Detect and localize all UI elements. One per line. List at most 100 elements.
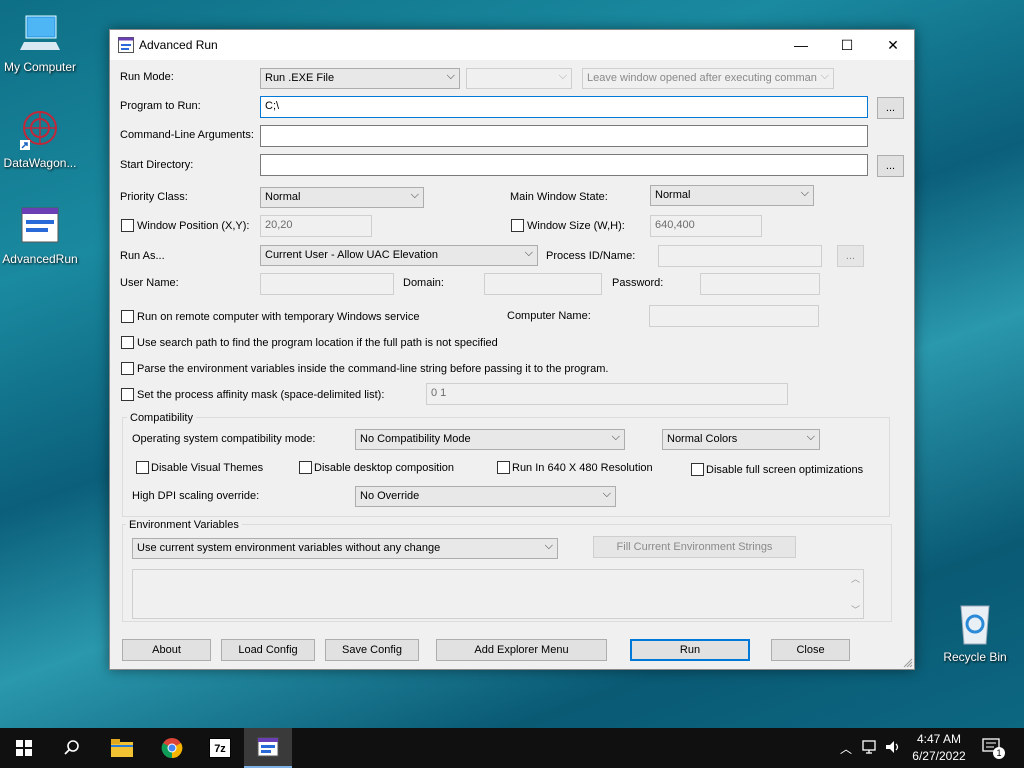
fill-env-button[interactable]: Fill Current Environment Strings [593, 536, 796, 558]
os-compat-select[interactable]: No Compatibility Mode ⌵ [355, 429, 625, 450]
chrome-icon [161, 738, 183, 759]
main-window-state-select[interactable]: Normal ⌵ [650, 185, 814, 206]
resize-grip-icon[interactable] [903, 658, 913, 668]
priority-label: Priority Class: [120, 191, 188, 203]
process-id-label: Process ID/Name: [546, 250, 636, 262]
advancedrun-icon [18, 204, 62, 248]
disable-desktop-comp-checkbox[interactable] [299, 461, 312, 474]
username-label: User Name: [120, 277, 179, 289]
desktop-icon-my-computer[interactable]: My Computer [0, 12, 80, 74]
chevron-down-icon: ⌵ [446, 70, 455, 82]
chevron-down-icon: ⌵ [410, 189, 419, 201]
clock-time[interactable]: 4:47 AM [912, 732, 966, 746]
add-explorer-menu-button[interactable]: Add Explorer Menu [436, 639, 607, 661]
leave-window-select[interactable]: Leave window opened after executing comm… [582, 68, 834, 89]
run-mode-select[interactable]: Run .EXE File ⌵ [260, 68, 460, 89]
taskbar: 7z ︿ 4:47 AM 6/27/2022 1 [0, 728, 1024, 768]
advanced-run-window: Advanced Run — ☐ ✕ Run Mode: Run .EXE Fi… [109, 29, 915, 670]
computer-name-input[interactable] [649, 305, 819, 327]
desktop-icon-recycle-bin[interactable]: Recycle Bin [935, 602, 1015, 664]
disable-fullscreen-checkbox[interactable] [691, 463, 704, 476]
colors-value: Normal Colors [667, 433, 738, 445]
window-size-input[interactable]: 640,400 [650, 215, 762, 237]
compatibility-group-label: Compatibility [127, 412, 196, 424]
run-button[interactable]: Run [630, 639, 750, 661]
program-label: Program to Run: [120, 100, 201, 112]
minimize-button[interactable]: — [778, 30, 824, 60]
disable-themes-checkbox[interactable] [136, 461, 149, 474]
password-label: Password: [612, 277, 664, 289]
domain-input[interactable] [484, 273, 602, 295]
windows-icon [16, 740, 32, 756]
maximize-button[interactable]: ☐ [824, 30, 870, 60]
folder-icon [111, 739, 133, 757]
run-640-checkbox[interactable] [497, 461, 510, 474]
search-path-checkbox[interactable] [121, 336, 134, 349]
browse-program-button[interactable]: ... [877, 97, 904, 119]
affinity-label: Set the process affinity mask (space-del… [137, 389, 385, 401]
notification-center-button[interactable]: 1 [982, 738, 1006, 760]
title-bar[interactable]: Advanced Run — ☐ ✕ [110, 30, 914, 60]
show-hidden-icons-button[interactable]: ︿ [840, 740, 852, 757]
dpi-select[interactable]: No Override ⌵ [355, 486, 616, 507]
process-id-input[interactable] [658, 245, 822, 267]
chevron-down-icon: ⌵ [602, 488, 611, 500]
start-button[interactable] [0, 728, 48, 768]
process-browse-button[interactable]: ... [837, 245, 864, 267]
parse-env-label: Parse the environment variables inside t… [137, 363, 609, 375]
about-button[interactable]: About [122, 639, 211, 661]
search-icon [64, 740, 79, 755]
chevron-down-icon: ⌵ [558, 70, 567, 82]
app-icon [118, 37, 134, 53]
scroll-up-icon[interactable]: ︿ [851, 572, 860, 585]
taskbar-7zip[interactable]: 7z [196, 728, 244, 768]
env-mode-value: Use current system environment variables… [137, 542, 441, 554]
scroll-down-icon[interactable]: ﹀ [851, 603, 860, 616]
env-mode-select[interactable]: Use current system environment variables… [132, 538, 558, 559]
taskbar-advancedrun[interactable] [244, 728, 292, 768]
disable-fullscreen-label: Disable full screen optimizations [706, 464, 864, 476]
chevron-down-icon: ⌵ [524, 247, 533, 259]
chevron-down-icon: ⌵ [800, 187, 809, 199]
run-as-select[interactable]: Current User - Allow UAC Elevation ⌵ [260, 245, 538, 266]
colors-select[interactable]: Normal Colors ⌵ [662, 429, 820, 450]
args-input[interactable] [260, 125, 868, 147]
env-strings-textarea[interactable] [132, 569, 864, 619]
save-config-button[interactable]: Save Config [325, 639, 419, 661]
priority-select[interactable]: Normal ⌵ [260, 187, 424, 208]
clock-date[interactable]: 6/27/2022 [906, 749, 972, 763]
desktop-icon-advancedrun[interactable]: AdvancedRun [0, 204, 80, 266]
username-input[interactable] [260, 273, 394, 295]
affinity-checkbox[interactable] [121, 388, 134, 401]
network-icon[interactable] [862, 739, 880, 758]
affinity-input[interactable]: 0 1 [426, 383, 788, 405]
dpi-label: High DPI scaling override: [132, 490, 260, 502]
browse-start-dir-button[interactable]: ... [877, 155, 904, 177]
start-dir-label: Start Directory: [120, 159, 194, 171]
volume-icon[interactable] [884, 739, 902, 758]
desktop-icon-label: AdvancedRun [2, 252, 78, 266]
desktop-icon-datawagon[interactable]: DataWagon... [0, 108, 80, 170]
window-position-checkbox[interactable] [121, 219, 134, 232]
disable-desktop-comp-label: Disable desktop composition [314, 462, 455, 474]
remote-label: Run on remote computer with temporary Wi… [137, 311, 420, 323]
search-path-label: Use search path to find the program loca… [137, 337, 498, 349]
taskbar-chrome[interactable] [148, 728, 196, 768]
args-label: Command-Line Arguments: [120, 129, 254, 141]
start-dir-input[interactable] [260, 154, 868, 176]
taskbar-file-explorer[interactable] [98, 728, 146, 768]
load-config-button[interactable]: Load Config [221, 639, 315, 661]
priority-value: Normal [265, 191, 301, 203]
search-button[interactable] [48, 728, 96, 768]
close-window-button[interactable]: ✕ [870, 30, 916, 60]
close-button[interactable]: Close [771, 639, 850, 661]
program-input[interactable]: C;\ [260, 96, 868, 118]
window-size-checkbox[interactable] [511, 219, 524, 232]
window-position-input[interactable]: 20,20 [260, 215, 372, 237]
parse-env-checkbox[interactable] [121, 362, 134, 375]
run-mode-secondary-select[interactable]: ⌵ [466, 68, 572, 89]
password-input[interactable] [700, 273, 820, 295]
leave-window-value: Leave window opened after executing comm… [587, 72, 817, 84]
run-as-label: Run As... [120, 250, 165, 262]
remote-checkbox[interactable] [121, 310, 134, 323]
